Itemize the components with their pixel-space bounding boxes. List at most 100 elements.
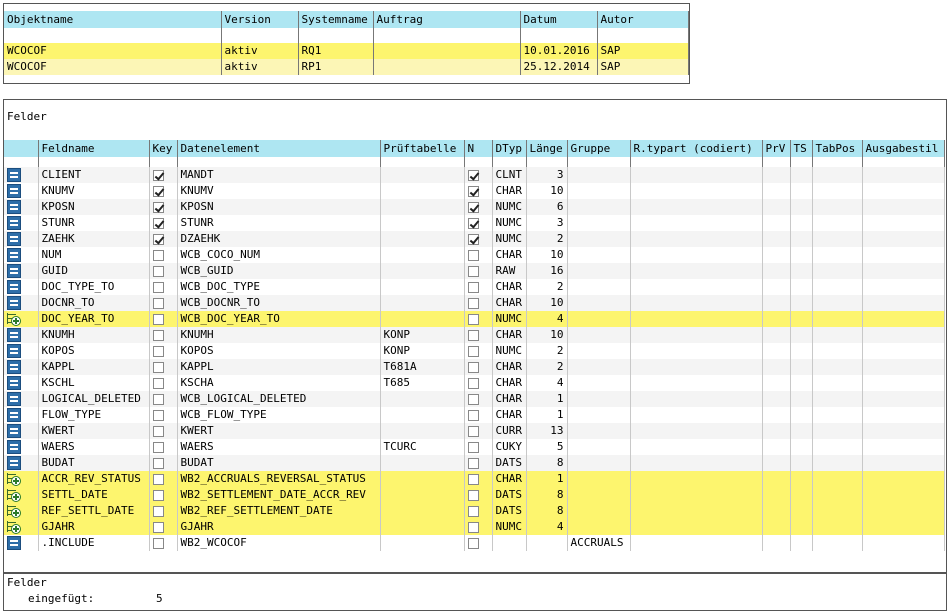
not-null-checkbox[interactable]: [467, 505, 479, 517]
key-checkbox[interactable]: [152, 441, 164, 453]
not-null-checkbox[interactable]: [467, 537, 479, 549]
equal-icon[interactable]: [7, 216, 21, 230]
key-checkbox[interactable]: [152, 489, 164, 501]
field-row[interactable]: SETTL_DATE WB2_SETTLEMENT_DATE_ACCR_REV DA…: [4, 487, 945, 503]
key-checkbox[interactable]: [152, 233, 164, 245]
key-checkbox[interactable]: [152, 393, 164, 405]
not-null-checkbox[interactable]: [467, 489, 479, 501]
not-null-checkbox[interactable]: [467, 409, 479, 421]
not-null-checkbox[interactable]: [467, 441, 479, 453]
field-column-header[interactable]: Ausgabestil: [862, 140, 945, 157]
field-row[interactable]: LOGICAL_DELETED WCB_LOGICAL_DELETED CHAR 1: [4, 391, 945, 407]
not-null-checkbox[interactable]: [467, 217, 479, 229]
object-column-header[interactable]: Systemname: [298, 11, 374, 28]
add-icon[interactable]: [7, 504, 21, 518]
field-row[interactable]: ACCR_REV_STATUS WB2_ACCRUALS_REVERSAL_STA…: [4, 471, 945, 487]
equal-icon[interactable]: [7, 248, 21, 262]
field-row[interactable]: DOC_TYPE_TO WCB_DOC_TYPE CHAR 2: [4, 279, 945, 295]
field-row[interactable]: BUDAT BUDAT DATS 8: [4, 455, 945, 471]
field-row[interactable]: ZAEHK DZAEHK NUMC 2: [4, 231, 945, 247]
not-null-checkbox[interactable]: [467, 297, 479, 309]
key-checkbox[interactable]: [152, 297, 164, 309]
not-null-checkbox[interactable]: [467, 377, 479, 389]
field-row[interactable]: KNUMV KNUMV CHAR 10: [4, 183, 945, 199]
equal-icon[interactable]: [7, 280, 21, 294]
key-checkbox[interactable]: [152, 249, 164, 261]
equal-icon[interactable]: [7, 376, 21, 390]
object-column-header[interactable]: Auftrag: [373, 11, 521, 28]
field-row[interactable]: FLOW_TYPE WCB_FLOW_TYPE CHAR 1: [4, 407, 945, 423]
not-null-checkbox[interactable]: [467, 473, 479, 485]
equal-icon[interactable]: [7, 456, 21, 470]
not-null-checkbox[interactable]: [467, 249, 479, 261]
field-column-header[interactable]: Datenelement: [177, 140, 381, 157]
field-column-header[interactable]: N: [464, 140, 493, 157]
key-checkbox[interactable]: [152, 457, 164, 469]
object-version-row[interactable]: WCOCOF aktiv RP1 25.12.2014 SAP: [4, 59, 689, 75]
add-icon[interactable]: [7, 520, 21, 534]
not-null-checkbox[interactable]: [467, 201, 479, 213]
add-icon[interactable]: [7, 488, 21, 502]
equal-icon[interactable]: [7, 232, 21, 246]
add-icon[interactable]: [7, 472, 21, 486]
field-row[interactable]: .INCLUDE WB2_WCOCOF ACCRUALS: [4, 535, 945, 551]
equal-icon[interactable]: [7, 360, 21, 374]
key-checkbox[interactable]: [152, 521, 164, 533]
object-version-row[interactable]: WCOCOF aktiv RQ1 10.01.2016 SAP: [4, 43, 689, 59]
field-row[interactable]: KPOSN KPOSN NUMC 6: [4, 199, 945, 215]
key-checkbox[interactable]: [152, 169, 164, 181]
field-row[interactable]: GUID WCB_GUID RAW 16: [4, 263, 945, 279]
field-column-header[interactable]: TabPos: [812, 140, 863, 157]
key-checkbox[interactable]: [152, 329, 164, 341]
field-row[interactable]: KSCHL KSCHA T685 CHAR 4: [4, 375, 945, 391]
key-checkbox[interactable]: [152, 185, 164, 197]
field-column-header[interactable]: TS: [790, 140, 813, 157]
equal-icon[interactable]: [7, 264, 21, 278]
equal-icon[interactable]: [7, 536, 21, 550]
key-checkbox[interactable]: [152, 425, 164, 437]
field-row[interactable]: DOC_YEAR_TO WCB_DOC_YEAR_TO NUMC 4: [4, 311, 945, 327]
field-row[interactable]: STUNR STUNR NUMC 3: [4, 215, 945, 231]
field-row[interactable]: KWERT KWERT CURR 13: [4, 423, 945, 439]
field-column-header[interactable]: Länge: [526, 140, 568, 157]
key-checkbox[interactable]: [152, 345, 164, 357]
field-column-header[interactable]: R.typart (codiert): [630, 140, 763, 157]
not-null-checkbox[interactable]: [467, 361, 479, 373]
equal-icon[interactable]: [7, 344, 21, 358]
equal-icon[interactable]: [7, 328, 21, 342]
object-column-header[interactable]: Version: [221, 11, 299, 28]
field-row[interactable]: DOCNR_TO WCB_DOCNR_TO CHAR 10: [4, 295, 945, 311]
not-null-checkbox[interactable]: [467, 345, 479, 357]
key-checkbox[interactable]: [152, 473, 164, 485]
field-row[interactable]: REF_SETTL_DATE WB2_REF_SETTLEMENT_DATE DAT…: [4, 503, 945, 519]
not-null-checkbox[interactable]: [467, 393, 479, 405]
not-null-checkbox[interactable]: [467, 233, 479, 245]
key-checkbox[interactable]: [152, 537, 164, 549]
not-null-checkbox[interactable]: [467, 329, 479, 341]
equal-icon[interactable]: [7, 184, 21, 198]
equal-icon[interactable]: [7, 408, 21, 422]
not-null-checkbox[interactable]: [467, 169, 479, 181]
equal-icon[interactable]: [7, 440, 21, 454]
field-column-header[interactable]: Feldname: [38, 140, 150, 157]
not-null-checkbox[interactable]: [467, 265, 479, 277]
not-null-checkbox[interactable]: [467, 457, 479, 469]
key-checkbox[interactable]: [152, 377, 164, 389]
field-row[interactable]: KOPOS KOPOS KONP NUMC 2: [4, 343, 945, 359]
field-row[interactable]: KNUMH KNUMH KONP CHAR 10: [4, 327, 945, 343]
equal-icon[interactable]: [7, 168, 21, 182]
field-column-header[interactable]: Prüftabelle: [380, 140, 465, 157]
field-column-header[interactable]: Gruppe: [567, 140, 631, 157]
field-row[interactable]: NUM WCB_COCO_NUM CHAR 10: [4, 247, 945, 263]
key-checkbox[interactable]: [152, 361, 164, 373]
key-checkbox[interactable]: [152, 217, 164, 229]
equal-icon[interactable]: [7, 200, 21, 214]
not-null-checkbox[interactable]: [467, 281, 479, 293]
field-column-header[interactable]: DTyp: [492, 140, 527, 157]
field-column-header[interactable]: Key: [149, 140, 178, 157]
key-checkbox[interactable]: [152, 265, 164, 277]
field-row[interactable]: GJAHR GJAHR NUMC 4: [4, 519, 945, 535]
key-checkbox[interactable]: [152, 281, 164, 293]
icon-column-header[interactable]: [4, 140, 39, 157]
key-checkbox[interactable]: [152, 201, 164, 213]
